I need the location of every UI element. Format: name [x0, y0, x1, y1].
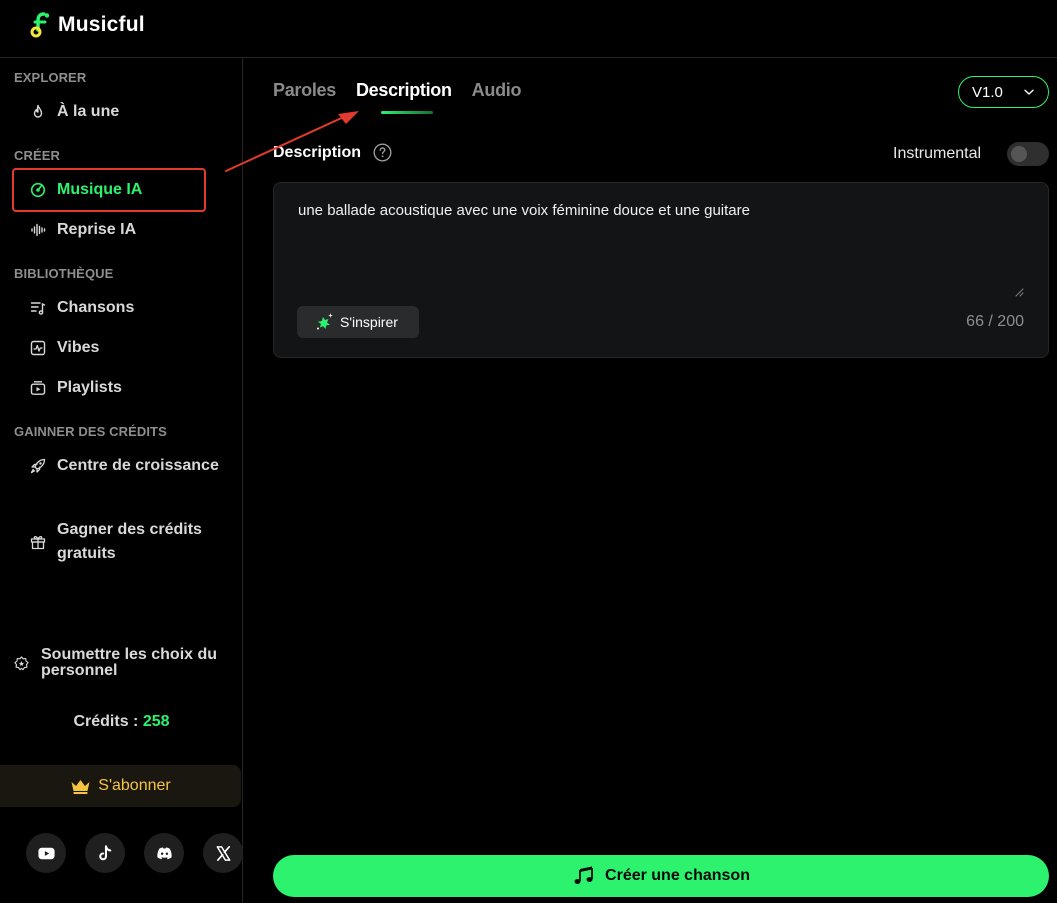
social-links [26, 833, 243, 873]
discord-link[interactable] [144, 833, 184, 873]
char-count: 66 / 200 [966, 313, 1024, 330]
sparkle-icon [317, 313, 333, 330]
create-song-button[interactable]: Créer une chanson [273, 855, 1049, 897]
description-header: Description [273, 143, 392, 162]
sidebar-item-free-credits[interactable]: Gagner des crédits gratuits [12, 518, 222, 566]
version-value: V1.0 [972, 83, 1003, 101]
x-icon [216, 845, 230, 861]
section-title-create: CRÉER [14, 148, 61, 163]
sidebar-item-label: Playlists [57, 379, 122, 396]
musicful-logo-icon [30, 12, 50, 38]
sidebar-item-featured[interactable]: À la une [12, 100, 206, 124]
inspire-button[interactable]: S'inspirer [297, 306, 419, 338]
description-label: Description [273, 143, 362, 161]
credits-label: Crédits : [73, 713, 143, 730]
waveform-icon [31, 223, 46, 237]
section-title-earn-credits: GAINNER DES CRÉDITS [14, 424, 167, 439]
sidebar-item-label: Reprise IA [57, 221, 137, 238]
sidebar-item-label: Centre de croissance [57, 457, 219, 474]
inspire-label: S'inspirer [340, 314, 398, 330]
crown-icon [71, 779, 90, 794]
youtube-link[interactable] [26, 833, 66, 873]
section-title-library: BIBLIOTHÈQUE [14, 266, 114, 281]
credits-display: Crédits : 258 [0, 713, 243, 731]
submit-staff-picks-link[interactable]: Soumettre les choix du personnel [14, 647, 224, 679]
youtube-icon [37, 847, 55, 859]
sidebar-item-label: Vibes [57, 339, 100, 356]
badge-star-icon [14, 656, 29, 671]
app-header: Musicful [0, 0, 1057, 58]
sidebar-item-ai-cover[interactable]: Reprise IA [12, 218, 206, 242]
chevron-down-icon [1024, 89, 1034, 95]
flame-icon [33, 104, 43, 118]
rocket-icon [30, 458, 46, 474]
description-box: une ballade acoustique avec une voix fém… [273, 182, 1049, 358]
sidebar-item-label: À la une [57, 103, 120, 120]
toggle-knob [1011, 146, 1027, 162]
sidebar-item-label: Gagner des crédits gratuits [57, 521, 202, 562]
playlist-icon [30, 381, 46, 395]
app-logo[interactable]: Musicful [30, 12, 145, 38]
sidebar: EXPLORER À la une CRÉER Musique IA Repri… [0, 58, 243, 903]
description-input[interactable]: une ballade acoustique avec une voix fém… [298, 201, 1018, 221]
discord-icon [156, 847, 172, 859]
section-title-explorer: EXPLORER [14, 70, 87, 85]
tiktok-link[interactable] [85, 833, 125, 873]
active-tab-indicator [381, 111, 433, 114]
help-icon[interactable] [373, 143, 392, 162]
create-song-label: Créer une chanson [605, 867, 750, 884]
sidebar-item-label: Chansons [57, 299, 135, 316]
subscribe-button[interactable]: S'abonner [0, 765, 241, 807]
sidebar-item-songs[interactable]: Chansons [12, 296, 206, 320]
resize-grip-icon[interactable] [1014, 287, 1024, 297]
music-disc-icon [30, 182, 46, 198]
tab-lyrics[interactable]: Paroles [273, 80, 336, 116]
x-link[interactable] [203, 833, 243, 873]
sidebar-item-vibes[interactable]: Vibes [12, 336, 206, 360]
subscribe-label: S'abonner [98, 777, 171, 794]
sidebar-item-ai-music[interactable]: Musique IA [12, 168, 206, 212]
sidebar-item-label: Musique IA [57, 181, 143, 198]
instrumental-label: Instrumental [893, 145, 982, 162]
credits-value: 258 [142, 713, 170, 730]
sidebar-item-playlists[interactable]: Playlists [12, 376, 206, 400]
music-notes-icon [574, 866, 593, 884]
tab-audio[interactable]: Audio [472, 80, 522, 116]
song-list-icon [30, 302, 46, 315]
pulse-icon [30, 340, 46, 356]
tiktok-icon [98, 844, 111, 860]
version-select[interactable]: V1.0 [958, 76, 1049, 108]
gift-icon [30, 536, 46, 550]
app-name: Musicful [58, 13, 145, 36]
sidebar-item-growth-center[interactable]: Centre de croissance [12, 454, 222, 478]
submit-staff-picks-label: Soumettre les choix du personnel [41, 646, 218, 679]
instrumental-toggle[interactable] [1007, 142, 1049, 166]
